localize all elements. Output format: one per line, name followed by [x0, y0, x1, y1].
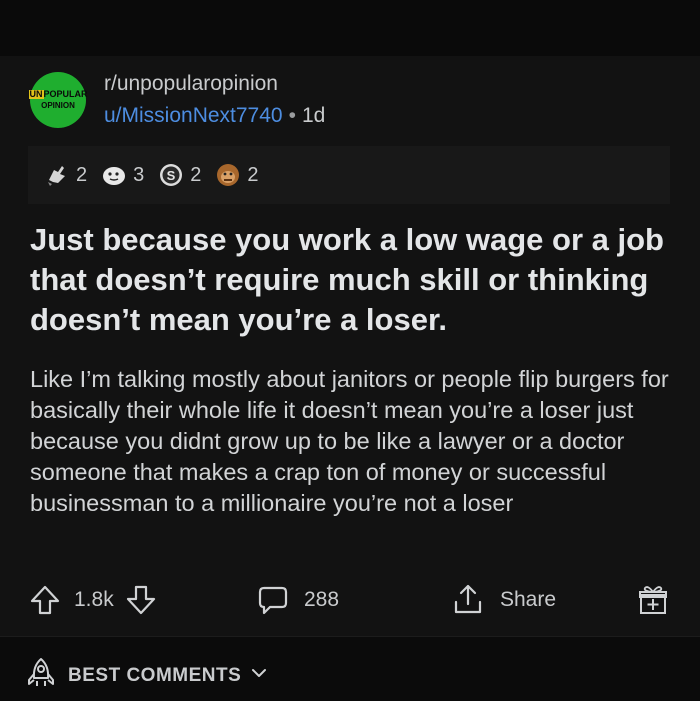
sort-label: BEST COMMENTS — [68, 664, 242, 686]
post-age: 1d — [301, 104, 326, 127]
silver-s-award-icon: S — [158, 162, 184, 188]
comment-count: 288 — [304, 588, 340, 611]
award-item[interactable]: S 2 — [158, 162, 201, 188]
post-title[interactable]: Just because you work a low wage or a jo… — [30, 220, 680, 340]
ape-award-icon — [215, 162, 241, 188]
top-bar — [0, 0, 700, 56]
post-card — [0, 56, 700, 636]
author-username[interactable]: u/MissionNext7740 — [104, 104, 283, 127]
meta-separator: • — [288, 104, 296, 127]
rocket-like-award-icon — [44, 162, 70, 188]
subreddit-name[interactable]: r/unpopularopinion — [104, 72, 278, 96]
post-meta: u/MissionNext7740 • 1d — [104, 104, 325, 128]
award-count: 2 — [247, 163, 259, 186]
share-button[interactable]: Share — [450, 580, 556, 620]
award-item[interactable]: 2 — [215, 162, 259, 188]
award-count: 2 — [190, 163, 202, 186]
award-item[interactable]: 2 — [44, 162, 87, 188]
upvote-icon[interactable] — [28, 583, 62, 617]
give-award-button[interactable] — [636, 580, 670, 620]
svg-text:S: S — [167, 168, 176, 183]
rocket-sort-icon — [24, 656, 58, 695]
comment-sort-button[interactable]: BEST COMMENTS — [24, 656, 269, 695]
wholesome-seal-award-icon — [101, 162, 127, 188]
comment-bubble-icon — [256, 583, 290, 617]
share-arrow-icon — [450, 582, 486, 618]
downvote-icon[interactable] — [124, 583, 158, 617]
award-count: 2 — [76, 163, 88, 186]
gift-award-icon — [636, 583, 670, 617]
award-item[interactable]: 3 — [101, 162, 144, 188]
comments-button[interactable]: 288 — [256, 580, 339, 620]
award-count: 3 — [133, 163, 145, 186]
subreddit-avatar[interactable]: UN POPULAR OPINION — [28, 72, 88, 128]
awards-row[interactable]: 2 3 S 2 2 — [28, 146, 670, 204]
post-body[interactable]: Like I’m talking mostly about janitors o… — [30, 364, 680, 519]
vote-group: 1.8k — [28, 580, 158, 620]
chevron-down-icon — [249, 663, 269, 688]
share-label: Share — [500, 588, 557, 611]
vote-count: 1.8k — [74, 588, 114, 611]
post-actions: 1.8k 288 Share — [28, 580, 678, 620]
